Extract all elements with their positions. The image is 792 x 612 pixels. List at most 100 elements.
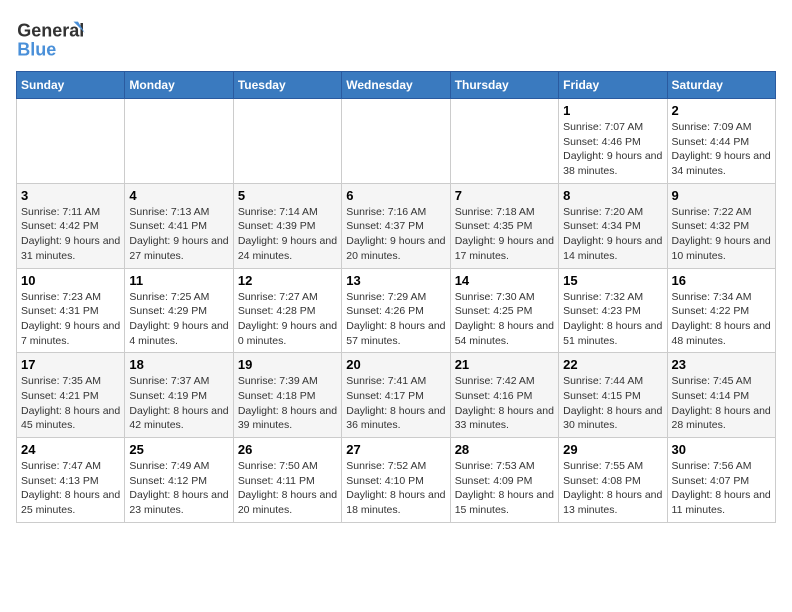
calendar-cell: 7 Sunrise: 7:18 AM Sunset: 4:35 PM Daylig… [450,183,558,268]
day-detail: Sunrise: 7:20 AM Sunset: 4:34 PM Dayligh… [563,205,662,264]
day-detail: Sunrise: 7:09 AM Sunset: 4:44 PM Dayligh… [672,120,771,179]
day-number: 9 [672,188,771,203]
calendar-week-4: 17 Sunrise: 7:35 AM Sunset: 4:21 PM Dayli… [17,353,776,438]
day-detail: Sunrise: 7:16 AM Sunset: 4:37 PM Dayligh… [346,205,445,264]
day-detail: Sunrise: 7:39 AM Sunset: 4:18 PM Dayligh… [238,374,337,433]
calendar-cell: 26Sunrise: 7:50 AM Sunset: 4:11 PM Dayli… [233,438,341,523]
day-number: 25 [129,442,228,457]
calendar-cell: 2 Sunrise: 7:09 AM Sunset: 4:44 PM Daylig… [667,99,775,184]
calendar: SundayMondayTuesdayWednesdayThursdayFrid… [16,71,776,523]
calendar-cell: 8 Sunrise: 7:20 AM Sunset: 4:34 PM Daylig… [559,183,667,268]
calendar-cell: 30 Sunrise: 7:56 AM Sunset: 4:07 PM Dayli… [667,438,775,523]
day-number: 17 [21,357,120,372]
day-number: 2 [672,103,771,118]
day-detail: Sunrise: 7:37 AM Sunset: 4:19 PM Dayligh… [129,374,228,433]
day-detail: Sunrise: 7:13 AM Sunset: 4:41 PM Dayligh… [129,205,228,264]
day-detail: Sunrise: 7:22 AM Sunset: 4:32 PM Dayligh… [672,205,771,264]
day-detail: Sunrise: 7:55 AM Sunset: 4:08 PM Dayligh… [563,459,662,518]
calendar-week-3: 10Sunrise: 7:23 AM Sunset: 4:31 PM Dayli… [17,268,776,353]
day-detail: Sunrise: 7:25 AM Sunset: 4:29 PM Dayligh… [129,290,228,349]
day-number: 18 [129,357,228,372]
calendar-cell: 13 Sunrise: 7:29 AM Sunset: 4:26 PM Dayli… [342,268,450,353]
day-detail: Sunrise: 7:11 AM Sunset: 4:42 PM Dayligh… [21,205,120,264]
day-number: 30 [672,442,771,457]
calendar-cell: 20 Sunrise: 7:41 AM Sunset: 4:17 PM Dayli… [342,353,450,438]
col-header-monday: Monday [125,72,233,99]
calendar-cell: 11 Sunrise: 7:25 AM Sunset: 4:29 PM Dayli… [125,268,233,353]
day-number: 8 [563,188,662,203]
day-detail: Sunrise: 7:34 AM Sunset: 4:22 PM Dayligh… [672,290,771,349]
day-number: 1 [563,103,662,118]
day-number: 11 [129,273,228,288]
day-number: 28 [455,442,554,457]
day-detail: Sunrise: 7:30 AM Sunset: 4:25 PM Dayligh… [455,290,554,349]
day-number: 5 [238,188,337,203]
calendar-cell [125,99,233,184]
day-detail: Sunrise: 7:23 AM Sunset: 4:31 PM Dayligh… [21,290,120,349]
calendar-cell: 5 Sunrise: 7:14 AM Sunset: 4:39 PM Daylig… [233,183,341,268]
calendar-cell: 18 Sunrise: 7:37 AM Sunset: 4:19 PM Dayli… [125,353,233,438]
day-number: 13 [346,273,445,288]
calendar-cell: 14Sunrise: 7:30 AM Sunset: 4:25 PM Dayli… [450,268,558,353]
day-detail: Sunrise: 7:41 AM Sunset: 4:17 PM Dayligh… [346,374,445,433]
day-detail: Sunrise: 7:52 AM Sunset: 4:10 PM Dayligh… [346,459,445,518]
col-header-friday: Friday [559,72,667,99]
day-detail: Sunrise: 7:07 AM Sunset: 4:46 PM Dayligh… [563,120,662,179]
calendar-cell: 10Sunrise: 7:23 AM Sunset: 4:31 PM Dayli… [17,268,125,353]
calendar-cell [17,99,125,184]
calendar-cell: 6Sunrise: 7:16 AM Sunset: 4:37 PM Daylig… [342,183,450,268]
day-number: 3 [21,188,120,203]
svg-text:Blue: Blue [17,39,56,59]
day-detail: Sunrise: 7:27 AM Sunset: 4:28 PM Dayligh… [238,290,337,349]
calendar-cell: 23 Sunrise: 7:45 AM Sunset: 4:14 PM Dayli… [667,353,775,438]
day-number: 26 [238,442,337,457]
calendar-cell [342,99,450,184]
day-number: 23 [672,357,771,372]
col-header-saturday: Saturday [667,72,775,99]
day-number: 15 [563,273,662,288]
day-detail: Sunrise: 7:56 AM Sunset: 4:07 PM Dayligh… [672,459,771,518]
day-number: 4 [129,188,228,203]
calendar-week-2: 3 Sunrise: 7:11 AM Sunset: 4:42 PM Daylig… [17,183,776,268]
svg-text:General: General [17,20,84,40]
day-number: 7 [455,188,554,203]
day-number: 12 [238,273,337,288]
header: GeneralBlue [16,16,776,61]
logo: GeneralBlue [16,16,86,61]
day-detail: Sunrise: 7:45 AM Sunset: 4:14 PM Dayligh… [672,374,771,433]
calendar-cell: 17 Sunrise: 7:35 AM Sunset: 4:21 PM Dayli… [17,353,125,438]
calendar-cell: 12 Sunrise: 7:27 AM Sunset: 4:28 PM Dayli… [233,268,341,353]
calendar-cell: 4 Sunrise: 7:13 AM Sunset: 4:41 PM Daylig… [125,183,233,268]
calendar-cell: 27 Sunrise: 7:52 AM Sunset: 4:10 PM Dayli… [342,438,450,523]
day-number: 27 [346,442,445,457]
col-header-wednesday: Wednesday [342,72,450,99]
col-header-sunday: Sunday [17,72,125,99]
day-number: 19 [238,357,337,372]
day-detail: Sunrise: 7:35 AM Sunset: 4:21 PM Dayligh… [21,374,120,433]
day-detail: Sunrise: 7:42 AM Sunset: 4:16 PM Dayligh… [455,374,554,433]
calendar-cell [233,99,341,184]
day-detail: Sunrise: 7:29 AM Sunset: 4:26 PM Dayligh… [346,290,445,349]
calendar-cell: 9 Sunrise: 7:22 AM Sunset: 4:32 PM Daylig… [667,183,775,268]
calendar-cell: 15 Sunrise: 7:32 AM Sunset: 4:23 PM Dayli… [559,268,667,353]
calendar-cell: 25 Sunrise: 7:49 AM Sunset: 4:12 PM Dayli… [125,438,233,523]
calendar-cell: 16 Sunrise: 7:34 AM Sunset: 4:22 PM Dayli… [667,268,775,353]
calendar-cell: 28 Sunrise: 7:53 AM Sunset: 4:09 PM Dayli… [450,438,558,523]
day-detail: Sunrise: 7:49 AM Sunset: 4:12 PM Dayligh… [129,459,228,518]
calendar-cell: 29 Sunrise: 7:55 AM Sunset: 4:08 PM Dayli… [559,438,667,523]
day-detail: Sunrise: 7:44 AM Sunset: 4:15 PM Dayligh… [563,374,662,433]
day-number: 20 [346,357,445,372]
calendar-cell [450,99,558,184]
day-detail: Sunrise: 7:53 AM Sunset: 4:09 PM Dayligh… [455,459,554,518]
calendar-cell: 3 Sunrise: 7:11 AM Sunset: 4:42 PM Daylig… [17,183,125,268]
day-number: 16 [672,273,771,288]
day-detail: Sunrise: 7:18 AM Sunset: 4:35 PM Dayligh… [455,205,554,264]
day-detail: Sunrise: 7:47 AM Sunset: 4:13 PM Dayligh… [21,459,120,518]
day-detail: Sunrise: 7:32 AM Sunset: 4:23 PM Dayligh… [563,290,662,349]
day-number: 24 [21,442,120,457]
day-number: 29 [563,442,662,457]
calendar-cell: 19 Sunrise: 7:39 AM Sunset: 4:18 PM Dayli… [233,353,341,438]
calendar-week-1: 1 Sunrise: 7:07 AM Sunset: 4:46 PM Daylig… [17,99,776,184]
calendar-cell: 1 Sunrise: 7:07 AM Sunset: 4:46 PM Daylig… [559,99,667,184]
day-detail: Sunrise: 7:14 AM Sunset: 4:39 PM Dayligh… [238,205,337,264]
